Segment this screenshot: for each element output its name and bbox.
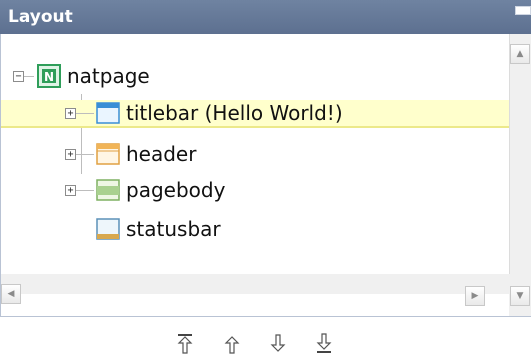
move-bottom-icon[interactable] [314,333,334,357]
move-top-icon[interactable] [175,333,195,357]
collapse-icon[interactable]: − [13,71,24,82]
move-bottom-glyph [316,333,332,353]
expand-icon[interactable]: + [65,108,76,119]
move-down-glyph [270,334,286,352]
tree-connector [24,76,34,77]
panel-title: Layout [8,7,73,27]
statusbar-layout-icon [96,218,120,240]
pagebody-layout-icon [96,179,120,201]
scroll-track[interactable] [1,274,510,294]
page-node-icon: N [37,64,61,88]
tree-node-titlebar[interactable]: + titlebar (Hello World!) [1,100,510,128]
vertical-scrollbar[interactable]: ▲ [509,34,531,274]
scrollbar-corner: ▼ [509,274,531,316]
tree-node-label: pagebody [126,178,226,202]
tree-node-label: statusbar [126,217,221,241]
move-up-glyph [224,336,240,354]
layout-panel: Layout − N natpage + titlebar (Hello Wor… [0,0,531,362]
expand-icon[interactable]: + [65,149,76,160]
scroll-down-icon[interactable]: ▼ [510,286,530,306]
root-icon-letter: N [44,70,54,84]
scroll-up-icon[interactable]: ▲ [510,44,530,64]
horizontal-scrollbar[interactable]: ◀ ▶ [0,274,510,316]
tree-node-label: header [126,142,197,166]
move-down-icon[interactable] [268,333,288,357]
tree-node-statusbar[interactable]: statusbar [1,216,510,244]
tree-connector [76,190,94,191]
titlebar-layout-icon [96,102,120,124]
header-layout-icon [96,143,120,165]
move-top-glyph [177,334,193,354]
minimize-icon[interactable] [515,6,531,15]
expand-icon[interactable]: + [65,185,76,196]
tree-view: − N natpage + titlebar (Hello World!) + [0,34,510,274]
tree-node-root[interactable]: − N natpage [1,62,510,90]
tree-node-pagebody[interactable]: + pagebody [1,177,510,205]
scroll-left-icon[interactable]: ◀ [1,284,21,304]
move-up-icon[interactable] [222,333,242,357]
move-toolbar [0,317,531,362]
tree-node-header[interactable]: + header [1,141,510,169]
tree-node-label: titlebar (Hello World!) [126,101,343,125]
tree-connector [76,113,94,114]
scroll-right-icon[interactable]: ▶ [465,286,485,306]
panel-titlebar: Layout [0,0,531,34]
tree-node-label: natpage [67,64,150,88]
tree-connector [76,154,94,155]
